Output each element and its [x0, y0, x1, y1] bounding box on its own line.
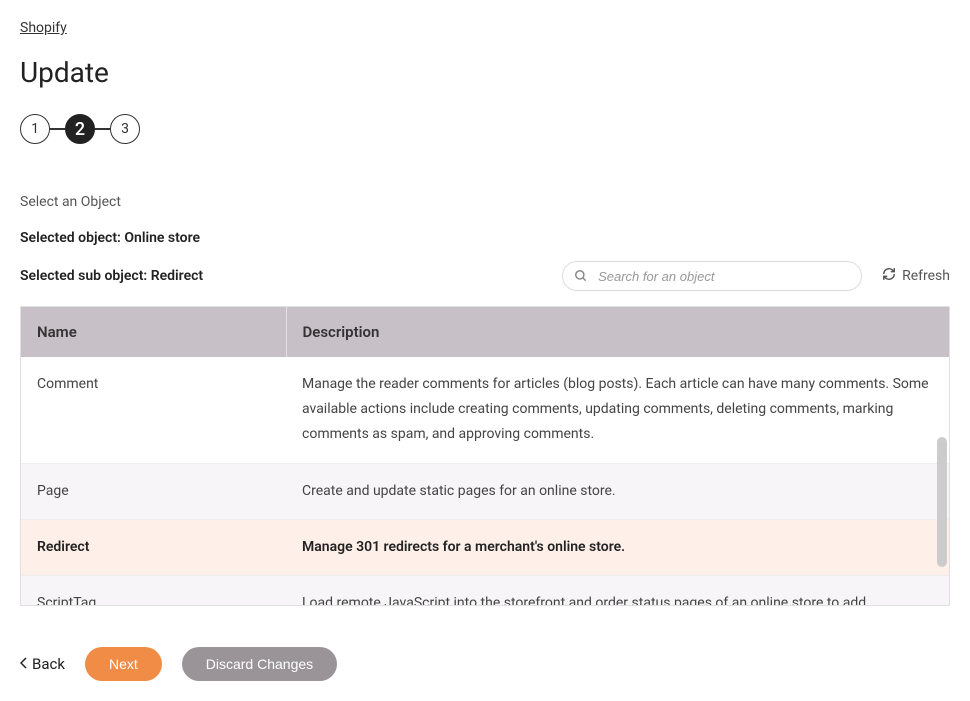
back-button[interactable]: Back [20, 655, 65, 673]
section-label: Select an Object [20, 194, 950, 210]
object-table: Name Description CommentManage the reade… [21, 307, 949, 605]
cell-name: Redirect [21, 519, 286, 575]
selected-object: Selected object: Online store [20, 230, 950, 246]
footer: Back Next Discard Changes [0, 627, 970, 701]
search-input[interactable] [562, 261, 862, 291]
column-header-name: Name [21, 307, 286, 357]
refresh-button[interactable]: Refresh [882, 267, 950, 285]
step-1[interactable]: 1 [20, 114, 50, 144]
table-row[interactable]: ScriptTagLoad remote JavaScript into the… [21, 575, 949, 605]
step-2[interactable]: 2 [65, 114, 95, 144]
refresh-label: Refresh [902, 268, 950, 284]
stepper: 1 2 3 [20, 114, 950, 144]
cell-description: Manage 301 redirects for a merchant's on… [286, 519, 949, 575]
cell-name: Page [21, 463, 286, 519]
step-connector [50, 128, 65, 130]
next-button[interactable]: Next [85, 647, 162, 681]
table-container: Name Description CommentManage the reade… [20, 306, 950, 606]
step-3[interactable]: 3 [110, 114, 140, 144]
cell-description: Manage the reader comments for articles … [286, 357, 949, 463]
discard-button[interactable]: Discard Changes [182, 647, 337, 681]
refresh-icon [882, 267, 896, 285]
cell-description: Load remote JavaScript into the storefro… [286, 575, 949, 605]
cell-name: ScriptTag [21, 575, 286, 605]
cell-description: Create and update static pages for an on… [286, 463, 949, 519]
search-wrap [562, 261, 862, 291]
chevron-left-icon [20, 655, 28, 673]
search-icon [574, 269, 588, 283]
breadcrumb-shopify[interactable]: Shopify [20, 20, 67, 36]
table-row[interactable]: PageCreate and update static pages for a… [21, 463, 949, 519]
table-row[interactable]: CommentManage the reader comments for ar… [21, 357, 949, 463]
cell-name: Comment [21, 357, 286, 463]
selected-sub-object: Selected sub object: Redirect [20, 268, 562, 284]
page-title: Update [20, 56, 950, 89]
back-label: Back [32, 655, 65, 673]
scrollbar[interactable] [937, 437, 947, 567]
column-header-description: Description [286, 307, 949, 357]
step-connector [95, 128, 110, 130]
table-row[interactable]: RedirectManage 301 redirects for a merch… [21, 519, 949, 575]
